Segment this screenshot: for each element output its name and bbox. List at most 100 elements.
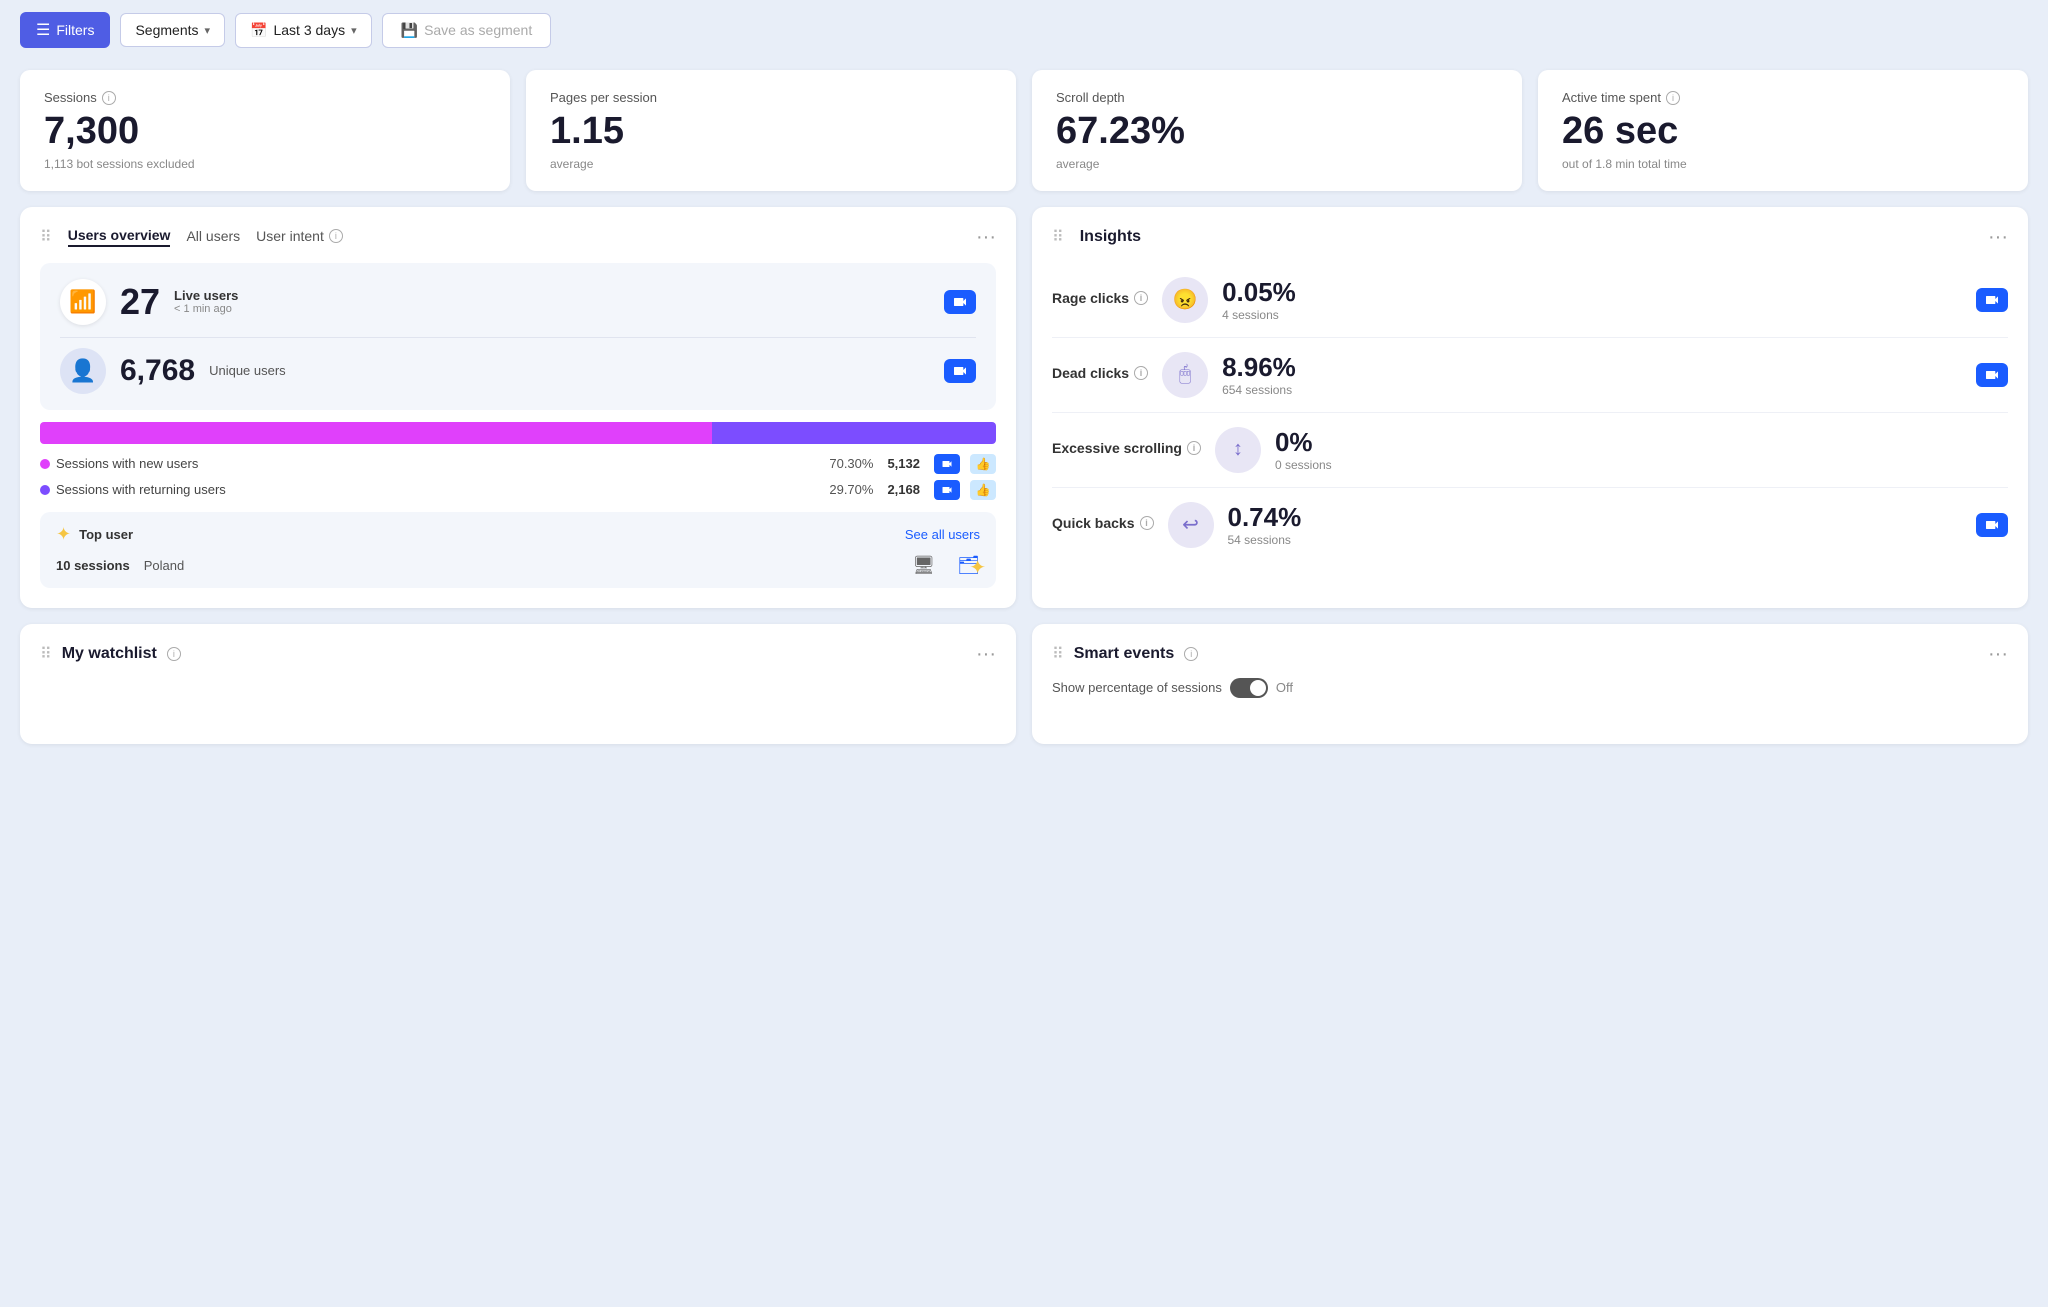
quick-backs-sessions: 54 sessions [1228, 533, 1302, 547]
new-sessions-row: Sessions with new users 70.30% 5,132 👍 [40, 454, 996, 474]
dead-clicks-value: 8.96% [1222, 352, 1296, 383]
smart-events-toggle-row: Show percentage of sessions Off [1052, 678, 2008, 698]
watchlist-info-icon[interactable]: i [167, 647, 181, 661]
progress-section: Sessions with new users 70.30% 5,132 👍 S… [40, 422, 996, 500]
smart-events-title: Smart events [1074, 645, 1175, 663]
rage-clicks-left: Rage clicks i [1052, 290, 1148, 310]
stats-row: Sessions i 7,300 1,113 bot sessions excl… [0, 60, 2048, 207]
pages-per-session-card: Pages per session 1.15 average [526, 70, 1016, 191]
unique-users-video-button[interactable] [944, 359, 976, 383]
insights-drag-handle-icon[interactable]: ⠿ [1052, 227, 1064, 247]
dead-clicks-left: Dead clicks i [1052, 365, 1148, 385]
live-users-info: Live users < 1 min ago [174, 288, 238, 315]
dead-clicks-video-button[interactable] [1976, 363, 2008, 387]
rage-clicks-info-icon[interactable]: i [1134, 291, 1148, 305]
live-users-sub: < 1 min ago [174, 303, 238, 315]
tab-user-intent[interactable]: User intent i [256, 228, 343, 246]
returning-sessions-count: 2,168 [887, 482, 920, 497]
tab-all-users[interactable]: All users [186, 228, 240, 246]
users-overview-panel: ⠿ Users overview All users User intent i… [20, 207, 1016, 608]
top-user-header: ✦ Top user See all users [56, 524, 980, 545]
top-user-title: Top user [79, 527, 133, 542]
quick-backs-item: Quick backs i ↩ 0.74% 54 sessions [1052, 488, 2008, 562]
dead-clicks-sessions: 654 sessions [1222, 383, 1296, 397]
returning-sessions-thumb-button[interactable]: 👍 [970, 480, 996, 500]
live-users-video-button[interactable] [944, 290, 976, 314]
lastdays-button[interactable]: 📅 Last 3 days ▾ [235, 13, 372, 48]
dead-clicks-item: Dead clicks i 🖱 8.96% 654 sessions [1052, 338, 2008, 413]
watchlist-panel: ⠿ My watchlist i ··· [20, 624, 1016, 744]
segments-button[interactable]: Segments ▾ [120, 13, 225, 47]
excessive-scrolling-icon-wrap: ↕ [1215, 427, 1261, 473]
smart-events-header: ⠿ Smart events i ··· [1052, 644, 2008, 664]
excessive-scrolling-info-icon[interactable]: i [1187, 441, 1201, 455]
insights-menu-icon[interactable]: ··· [1988, 227, 2008, 247]
excessive-scrolling-item: Excessive scrolling i ↕ 0% 0 sessions [1052, 413, 2008, 488]
calendar-icon: 📅 [250, 22, 267, 39]
smart-events-menu-icon[interactable]: ··· [1988, 644, 2008, 664]
pages-sublabel: average [550, 157, 992, 171]
active-time-sublabel: out of 1.8 min total time [1562, 157, 2004, 171]
quick-backs-video-button[interactable] [1976, 513, 2008, 537]
watchlist-drag-handle-icon[interactable]: ⠿ [40, 644, 52, 664]
insights-panel: ⠿ Insights ··· Rage clicks i 😠 0.05% 4 s… [1032, 207, 2028, 608]
new-sessions-bar [40, 422, 712, 444]
quick-backs-info-icon[interactable]: i [1140, 516, 1154, 530]
excessive-scrolling-stats: 0% 0 sessions [1275, 427, 1332, 472]
dead-clicks-info-icon[interactable]: i [1134, 366, 1148, 380]
main-grid: ⠿ Users overview All users User intent i… [0, 207, 2048, 624]
unique-users-icon-wrap: 👤 [60, 348, 106, 394]
excessive-scrolling-label: Excessive scrolling i [1052, 440, 1201, 456]
returning-sessions-label: Sessions with returning users [56, 482, 226, 497]
filters-button[interactable]: ☰ Filters [20, 12, 110, 48]
drag-handle-icon[interactable]: ⠿ [40, 227, 52, 247]
new-sessions-dot [40, 459, 50, 469]
top-user-section: ✦ Top user See all users 10 sessions Pol… [40, 512, 996, 588]
smart-events-info-icon[interactable]: i [1184, 647, 1198, 661]
insights-header: ⠿ Insights ··· [1052, 227, 2008, 247]
rage-clicks-icon-wrap: 😠 [1162, 277, 1208, 323]
quick-backs-icon: ↩ [1182, 512, 1199, 537]
users-overview-title[interactable]: Users overview [68, 227, 171, 247]
dead-clicks-label: Dead clicks i [1052, 365, 1148, 381]
new-sessions-label: Sessions with new users [56, 456, 198, 471]
scroll-label: Scroll depth [1056, 90, 1498, 105]
scroll-sublabel: average [1056, 157, 1498, 171]
top-user-row: 10 sessions Poland 🖥 🗂 [56, 555, 980, 576]
save-icon: 💾 [401, 22, 418, 39]
live-users-icon: 📶 [69, 289, 96, 315]
new-sessions-thumb-button[interactable]: 👍 [970, 454, 996, 474]
insights-title: Insights [1080, 228, 1141, 246]
active-time-value: 26 sec [1562, 111, 2004, 153]
quick-backs-stats: 0.74% 54 sessions [1228, 502, 1302, 547]
new-sessions-video-button[interactable] [934, 454, 960, 474]
save-segment-button[interactable]: 💾 Save as segment [382, 13, 552, 48]
see-all-users-link[interactable]: See all users [905, 527, 980, 542]
filter-icon: ☰ [36, 20, 50, 40]
top-user-sessions: 10 sessions [56, 558, 130, 573]
lastdays-label: Last 3 days [273, 22, 345, 38]
smart-events-toggle[interactable] [1230, 678, 1268, 698]
watchlist-menu-icon[interactable]: ··· [976, 644, 996, 664]
smart-events-drag-handle-icon[interactable]: ⠿ [1052, 644, 1064, 664]
star-icon: ✦ [56, 524, 71, 545]
active-time-info-icon[interactable]: i [1666, 91, 1680, 105]
chevron-down-icon: ▾ [205, 24, 211, 37]
sessions-info-icon[interactable]: i [102, 91, 116, 105]
returning-sessions-video-button[interactable] [934, 480, 960, 500]
live-users-row: 📶 27 Live users < 1 min ago [60, 279, 976, 325]
excessive-scrolling-icon: ↕ [1233, 438, 1243, 461]
rage-clicks-video-button[interactable] [1976, 288, 2008, 312]
sessions-label: Sessions i [44, 90, 486, 105]
sessions-card: Sessions i 7,300 1,113 bot sessions excl… [20, 70, 510, 191]
unique-users-label: Unique users [209, 363, 286, 378]
users-overview-header: ⠿ Users overview All users User intent i… [40, 227, 996, 247]
user-intent-info-icon[interactable]: i [329, 229, 343, 243]
active-time-label: Active time spent i [1562, 90, 2004, 105]
users-overview-menu-icon[interactable]: ··· [976, 227, 996, 247]
smart-events-toggle-label: Show percentage of sessions [1052, 680, 1222, 695]
new-sessions-pct: 70.30% [829, 456, 873, 471]
scroll-depth-card: Scroll depth 67.23% average [1032, 70, 1522, 191]
users-inner-card: 📶 27 Live users < 1 min ago 👤 6,768 Uniq… [40, 263, 996, 410]
rage-clicks-label: Rage clicks i [1052, 290, 1148, 306]
